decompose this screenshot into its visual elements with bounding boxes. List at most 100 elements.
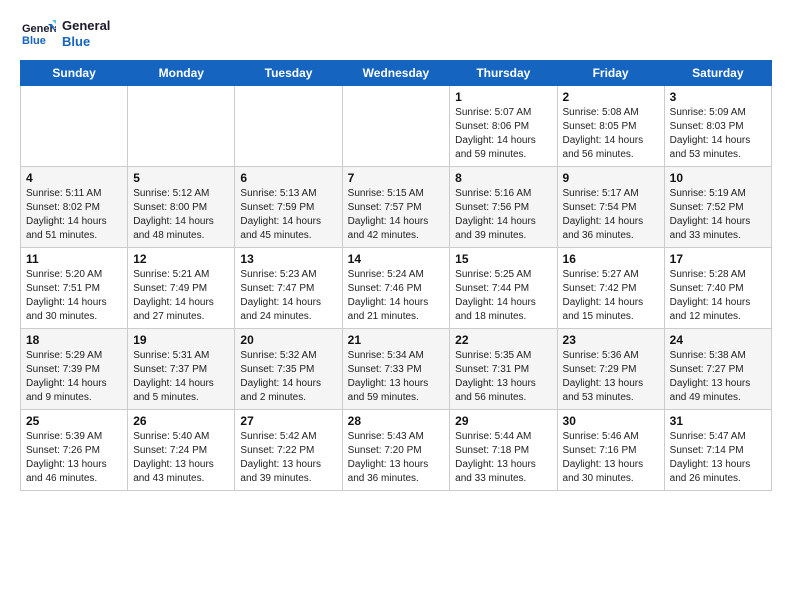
calendar-cell: 20 Sunrise: 5:32 AM Sunset: 7:35 PM Dayli… <box>235 329 342 410</box>
calendar-cell: 11Sunrise: 5:20 AM Sunset: 7:51 PM Dayli… <box>21 248 128 329</box>
calendar-cell: 5Sunrise: 5:12 AM Sunset: 8:00 PM Daylig… <box>128 167 235 248</box>
calendar-cell: 23 Sunrise: 5:36 AM Sunset: 7:29 PM Dayli… <box>557 329 664 410</box>
day-number: 16 <box>563 252 659 266</box>
day-number: 18 <box>26 333 122 347</box>
week-row-1: 1 Sunrise: 5:07 AM Sunset: 8:06 PM Daylig… <box>21 86 772 167</box>
day-info: Sunrise: 5:11 AM Sunset: 8:02 PM Dayligh… <box>26 187 122 243</box>
day-info: Sunrise: 5:27 AM Sunset: 7:42 PM Dayligh… <box>563 268 659 324</box>
logo-text-general: General <box>62 18 110 34</box>
day-info: Sunrise: 5:40 AM Sunset: 7:24 PM Dayligh… <box>133 430 229 486</box>
day-number: 27 <box>240 414 336 428</box>
page-wrapper: General Blue General Blue SundayMondayTu… <box>20 16 772 491</box>
calendar-cell <box>21 86 128 167</box>
logo-text-blue: Blue <box>62 34 110 50</box>
day-info: Sunrise: 5:43 AM Sunset: 7:20 PM Dayligh… <box>348 430 445 486</box>
logo: General Blue General Blue <box>20 16 110 52</box>
weekday-header-friday: Friday <box>557 61 664 86</box>
week-row-5: 25Sunrise: 5:39 AM Sunset: 7:26 PM Dayli… <box>21 410 772 491</box>
day-info: Sunrise: 5:34 AM Sunset: 7:33 PM Dayligh… <box>348 349 445 405</box>
day-number: 6 <box>240 171 336 185</box>
calendar-cell <box>128 86 235 167</box>
weekday-header-thursday: Thursday <box>450 61 557 86</box>
day-info: Sunrise: 5:07 AM Sunset: 8:06 PM Dayligh… <box>455 106 551 162</box>
calendar-cell: 1 Sunrise: 5:07 AM Sunset: 8:06 PM Daylig… <box>450 86 557 167</box>
calendar-cell: 18 Sunrise: 5:29 AM Sunset: 7:39 PM Dayli… <box>21 329 128 410</box>
calendar-cell: 28 Sunrise: 5:43 AM Sunset: 7:20 PM Dayli… <box>342 410 450 491</box>
day-number: 29 <box>455 414 551 428</box>
day-number: 3 <box>670 90 766 104</box>
day-info: Sunrise: 5:17 AM Sunset: 7:54 PM Dayligh… <box>563 187 659 243</box>
day-info: Sunrise: 5:46 AM Sunset: 7:16 PM Dayligh… <box>563 430 659 486</box>
day-info: Sunrise: 5:15 AM Sunset: 7:57 PM Dayligh… <box>348 187 445 243</box>
day-info: Sunrise: 5:35 AM Sunset: 7:31 PM Dayligh… <box>455 349 551 405</box>
day-info: Sunrise: 5:36 AM Sunset: 7:29 PM Dayligh… <box>563 349 659 405</box>
day-number: 26 <box>133 414 229 428</box>
day-number: 17 <box>670 252 766 266</box>
header: General Blue General Blue <box>20 16 772 52</box>
calendar-cell: 17 Sunrise: 5:28 AM Sunset: 7:40 PM Dayli… <box>664 248 771 329</box>
day-number: 19 <box>133 333 229 347</box>
weekday-header-saturday: Saturday <box>664 61 771 86</box>
day-number: 13 <box>240 252 336 266</box>
day-info: Sunrise: 5:42 AM Sunset: 7:22 PM Dayligh… <box>240 430 336 486</box>
calendar-cell: 19 Sunrise: 5:31 AM Sunset: 7:37 PM Dayli… <box>128 329 235 410</box>
day-number: 2 <box>563 90 659 104</box>
day-number: 21 <box>348 333 445 347</box>
weekday-header-sunday: Sunday <box>21 61 128 86</box>
calendar-cell <box>235 86 342 167</box>
calendar-cell: 3Sunrise: 5:09 AM Sunset: 8:03 PM Daylig… <box>664 86 771 167</box>
calendar-cell: 29Sunrise: 5:44 AM Sunset: 7:18 PM Dayli… <box>450 410 557 491</box>
day-number: 14 <box>348 252 445 266</box>
calendar-cell: 27 Sunrise: 5:42 AM Sunset: 7:22 PM Dayli… <box>235 410 342 491</box>
day-number: 12 <box>133 252 229 266</box>
day-info: Sunrise: 5:38 AM Sunset: 7:27 PM Dayligh… <box>670 349 766 405</box>
calendar-cell: 15 Sunrise: 5:25 AM Sunset: 7:44 PM Dayli… <box>450 248 557 329</box>
day-number: 1 <box>455 90 551 104</box>
day-number: 22 <box>455 333 551 347</box>
calendar-cell: 31 Sunrise: 5:47 AM Sunset: 7:14 PM Dayli… <box>664 410 771 491</box>
day-info: Sunrise: 5:16 AM Sunset: 7:56 PM Dayligh… <box>455 187 551 243</box>
day-number: 15 <box>455 252 551 266</box>
day-number: 28 <box>348 414 445 428</box>
calendar-cell: 6Sunrise: 5:13 AM Sunset: 7:59 PM Daylig… <box>235 167 342 248</box>
day-info: Sunrise: 5:23 AM Sunset: 7:47 PM Dayligh… <box>240 268 336 324</box>
calendar-cell: 22 Sunrise: 5:35 AM Sunset: 7:31 PM Dayli… <box>450 329 557 410</box>
day-info: Sunrise: 5:47 AM Sunset: 7:14 PM Dayligh… <box>670 430 766 486</box>
svg-text:Blue: Blue <box>22 35 46 47</box>
day-number: 5 <box>133 171 229 185</box>
calendar-cell: 25Sunrise: 5:39 AM Sunset: 7:26 PM Dayli… <box>21 410 128 491</box>
day-number: 20 <box>240 333 336 347</box>
day-number: 23 <box>563 333 659 347</box>
day-number: 25 <box>26 414 122 428</box>
calendar-cell: 9Sunrise: 5:17 AM Sunset: 7:54 PM Daylig… <box>557 167 664 248</box>
day-info: Sunrise: 5:08 AM Sunset: 8:05 PM Dayligh… <box>563 106 659 162</box>
calendar-table: SundayMondayTuesdayWednesdayThursdayFrid… <box>20 60 772 491</box>
day-number: 8 <box>455 171 551 185</box>
day-info: Sunrise: 5:31 AM Sunset: 7:37 PM Dayligh… <box>133 349 229 405</box>
day-info: Sunrise: 5:28 AM Sunset: 7:40 PM Dayligh… <box>670 268 766 324</box>
calendar-cell: 13 Sunrise: 5:23 AM Sunset: 7:47 PM Dayli… <box>235 248 342 329</box>
day-number: 30 <box>563 414 659 428</box>
day-number: 10 <box>670 171 766 185</box>
calendar-cell: 24 Sunrise: 5:38 AM Sunset: 7:27 PM Dayli… <box>664 329 771 410</box>
week-row-2: 4 Sunrise: 5:11 AM Sunset: 8:02 PM Daylig… <box>21 167 772 248</box>
day-info: Sunrise: 5:29 AM Sunset: 7:39 PM Dayligh… <box>26 349 122 405</box>
weekday-header-row: SundayMondayTuesdayWednesdayThursdayFrid… <box>21 61 772 86</box>
day-info: Sunrise: 5:21 AM Sunset: 7:49 PM Dayligh… <box>133 268 229 324</box>
day-info: Sunrise: 5:25 AM Sunset: 7:44 PM Dayligh… <box>455 268 551 324</box>
weekday-header-wednesday: Wednesday <box>342 61 450 86</box>
day-number: 24 <box>670 333 766 347</box>
calendar-cell: 2 Sunrise: 5:08 AM Sunset: 8:05 PM Daylig… <box>557 86 664 167</box>
calendar-cell: 7 Sunrise: 5:15 AM Sunset: 7:57 PM Daylig… <box>342 167 450 248</box>
day-number: 7 <box>348 171 445 185</box>
logo-icon: General Blue <box>20 16 56 52</box>
week-row-3: 11Sunrise: 5:20 AM Sunset: 7:51 PM Dayli… <box>21 248 772 329</box>
day-number: 4 <box>26 171 122 185</box>
day-info: Sunrise: 5:24 AM Sunset: 7:46 PM Dayligh… <box>348 268 445 324</box>
day-number: 31 <box>670 414 766 428</box>
calendar-cell: 4 Sunrise: 5:11 AM Sunset: 8:02 PM Daylig… <box>21 167 128 248</box>
day-info: Sunrise: 5:19 AM Sunset: 7:52 PM Dayligh… <box>670 187 766 243</box>
day-info: Sunrise: 5:32 AM Sunset: 7:35 PM Dayligh… <box>240 349 336 405</box>
calendar-cell: 10 Sunrise: 5:19 AM Sunset: 7:52 PM Dayli… <box>664 167 771 248</box>
calendar-cell: 21 Sunrise: 5:34 AM Sunset: 7:33 PM Dayli… <box>342 329 450 410</box>
